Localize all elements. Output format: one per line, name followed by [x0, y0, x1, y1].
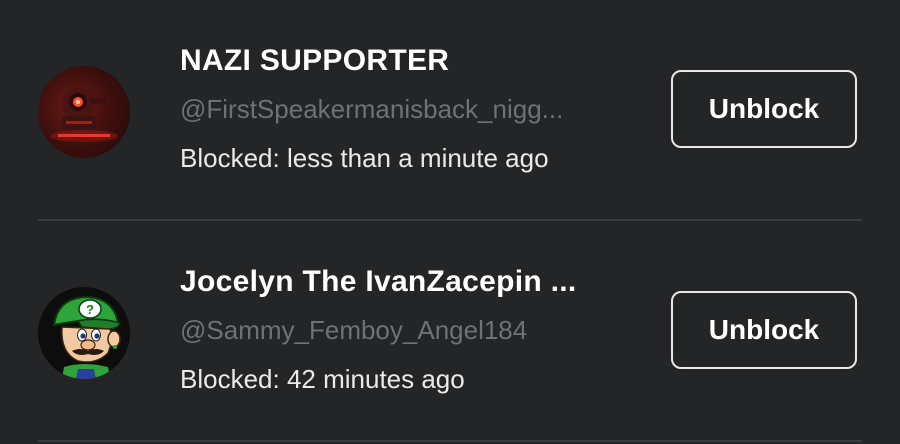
unblock-button[interactable]: Unblock — [671, 291, 857, 369]
display-name: NAZI SUPPORTER — [180, 44, 450, 77]
blocked-user-row: ? Jocelyn The IvanZacepin ... @Sammy_Fem… — [0, 221, 900, 442]
blocked-time: Blocked: 42 minutes ago — [180, 364, 465, 394]
blocked-user-row: NAZI SUPPORTER @FirstSpeakermanisback_ni… — [0, 0, 900, 221]
red-robot-avatar-icon[interactable] — [38, 66, 130, 158]
username: @FirstSpeakermanisback_nigg... — [180, 94, 564, 124]
unblock-button[interactable]: Unblock — [671, 70, 857, 148]
display-name: Jocelyn The IvanZacepin ... — [180, 265, 577, 298]
username: @Sammy_Femboy_Angel184 — [180, 315, 528, 345]
svg-text:?: ? — [86, 302, 94, 317]
row-divider — [38, 440, 862, 442]
blocked-time: Blocked: less than a minute ago — [180, 143, 549, 173]
green-cap-character-avatar-icon[interactable]: ? — [38, 287, 130, 379]
